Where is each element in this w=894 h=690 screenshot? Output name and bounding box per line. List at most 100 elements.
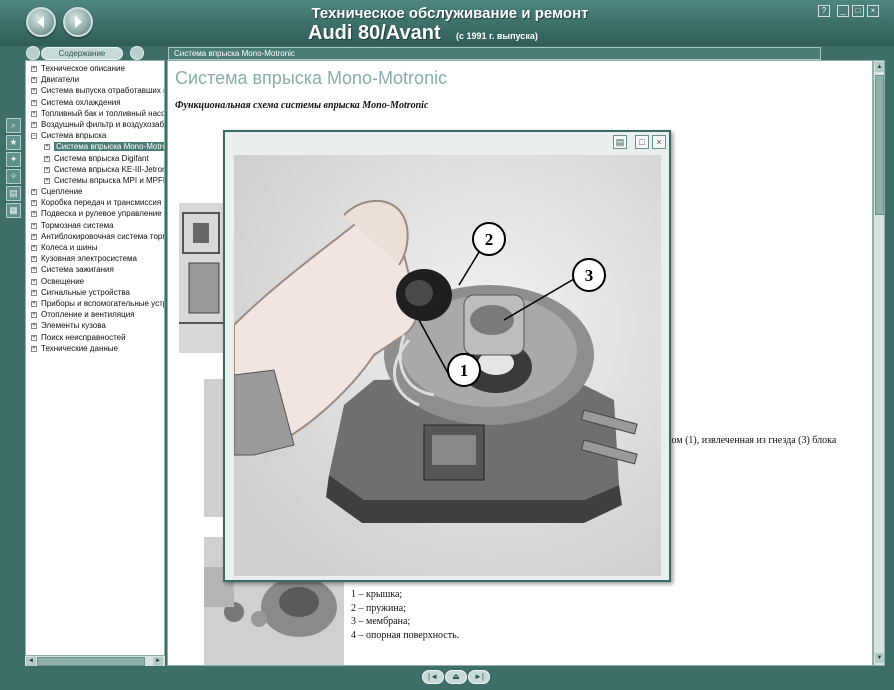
tree-item[interactable]: + Технические данные	[26, 343, 164, 354]
collapse-icon[interactable]: −	[31, 133, 37, 140]
tab-contents[interactable]: Содержание	[41, 47, 123, 60]
tree-item[interactable]: + Техническое описание	[26, 63, 164, 74]
expand-icon[interactable]: +	[44, 155, 50, 162]
expand-icon[interactable]: +	[31, 312, 37, 319]
content-vertical-scrollbar[interactable]: ▲ ▼	[873, 60, 885, 666]
tree-item-label: Система охлаждения	[41, 97, 121, 107]
expand-icon[interactable]: +	[44, 166, 50, 173]
print-icon[interactable]: ▤	[613, 135, 627, 149]
body-text-line: о.	[662, 447, 836, 459]
tree-item[interactable]: + Освещение	[26, 276, 164, 287]
print-icon[interactable]: ▦	[6, 203, 21, 218]
tree-item[interactable]: + Сигнальные устройства	[26, 287, 164, 298]
tree-horizontal-scrollbar[interactable]: ◄ ►	[25, 655, 165, 666]
tree-item[interactable]: + Воздушный фильтр и воздухозаборник	[26, 119, 164, 130]
expand-icon[interactable]: +	[31, 267, 37, 274]
body-text-fragment: ером (1), извлеченная из гнезда (3) блок…	[662, 435, 836, 459]
tree-item[interactable]: + Сцепление	[26, 186, 164, 197]
tree-item[interactable]: + Элементы кузова	[26, 320, 164, 331]
expand-icon[interactable]: +	[31, 278, 37, 285]
tree-item[interactable]: + Поиск неисправностей	[26, 332, 164, 343]
tree-item[interactable]: + Двигатели	[26, 74, 164, 85]
tree-item[interactable]: + Коробка передач и трансмиссия	[26, 197, 164, 208]
search-icon[interactable]: ⌕	[6, 118, 21, 133]
tree-item[interactable]: + Топливный бак и топливный насос	[26, 108, 164, 119]
add-bookmark-icon[interactable]: ✦	[6, 152, 21, 167]
expand-icon[interactable]: +	[31, 256, 37, 263]
tree-item[interactable]: + Кузовная электросистема	[26, 253, 164, 264]
back-button[interactable]	[26, 7, 56, 37]
forward-button[interactable]	[63, 7, 93, 37]
expand-icon[interactable]: +	[31, 110, 37, 117]
expand-icon[interactable]: +	[31, 88, 37, 95]
tree-item-label: Система впрыска KE-III-Jetronic	[54, 164, 165, 174]
home-button[interactable]: ⏏	[445, 670, 467, 684]
expand-icon[interactable]: +	[44, 144, 50, 151]
tree-item[interactable]: + Система охлаждения	[26, 97, 164, 108]
tree-item-label: Тормозная система	[41, 220, 114, 230]
tree-item[interactable]: + Система зажигания	[26, 264, 164, 275]
tree-item[interactable]: + Отопление и вентиляция	[26, 309, 164, 320]
expand-icon[interactable]: +	[31, 189, 37, 196]
tree-item[interactable]: + Подвеска и рулевое управление	[26, 208, 164, 219]
expand-icon[interactable]: +	[31, 211, 37, 218]
tree-item[interactable]: + Колеса и шины	[26, 242, 164, 253]
tree-item-label: Технические данные	[41, 343, 119, 353]
callout-2-label: 2	[485, 230, 494, 249]
expand-icon[interactable]: +	[31, 245, 37, 251]
scroll-left-arrow-icon[interactable]: ◄	[26, 657, 36, 666]
sync-icon[interactable]	[130, 46, 144, 60]
scheme-diagram-image[interactable]	[179, 203, 225, 353]
expand-icon[interactable]: +	[31, 200, 37, 207]
tree-item-label: Система зажигания	[41, 265, 114, 275]
tree-item-label: Освещение	[41, 276, 85, 286]
tree-item-label: Техническое описание	[41, 64, 125, 73]
maximize-icon[interactable]: □	[635, 135, 649, 149]
scroll-right-arrow-icon[interactable]: ►	[153, 657, 163, 666]
expand-icon[interactable]: +	[31, 300, 37, 307]
tree-item-label: Система впрыска Mono-Motronic	[54, 142, 164, 152]
expand-icon[interactable]: +	[31, 66, 37, 72]
expand-icon[interactable]: +	[31, 323, 37, 330]
book-icon[interactable]: ▤	[6, 186, 21, 201]
tree-item[interactable]: + Система впрыска KE-III-Jetronic	[26, 164, 164, 175]
expand-icon[interactable]: +	[31, 345, 37, 352]
image-viewer-window: ▤ □ × 2 3 1	[223, 130, 671, 582]
scroll-thumb[interactable]	[37, 657, 145, 666]
minimize-button[interactable]: _	[837, 5, 849, 17]
tree-item[interactable]: + Система впрыска Mono-Motronic	[26, 141, 164, 152]
image-viewer-titlebar[interactable]: ▤ □ ×	[225, 132, 669, 152]
scroll-down-arrow-icon[interactable]: ▼	[875, 653, 884, 663]
tree-item[interactable]: − Система впрыска	[26, 130, 164, 141]
close-button[interactable]: ×	[867, 5, 879, 17]
prev-page-button[interactable]: |◄	[422, 670, 444, 684]
scroll-up-arrow-icon[interactable]: ▲	[875, 62, 884, 72]
tree-item-label: Воздушный фильтр и воздухозаборник	[41, 119, 165, 129]
scroll-thumb[interactable]	[875, 75, 884, 215]
next-page-button[interactable]: ►|	[468, 670, 490, 684]
expand-icon[interactable]: +	[31, 289, 37, 296]
app-title: Техническое обслуживание и ремонт	[311, 5, 589, 22]
remove-bookmark-icon[interactable]: ✧	[6, 169, 21, 184]
expand-icon[interactable]: +	[31, 99, 37, 106]
expand-icon[interactable]: +	[31, 77, 37, 84]
expand-icon[interactable]: +	[31, 233, 37, 240]
tree-item[interactable]: + Приборы и вспомогательные устройства	[26, 298, 164, 309]
expand-icon[interactable]: +	[44, 177, 50, 184]
help-button[interactable]: ?	[818, 5, 830, 17]
tree-item[interactable]: + Системы впрыска MPI и MPFI	[26, 175, 164, 186]
close-icon[interactable]: ×	[652, 135, 666, 149]
pin-icon[interactable]	[26, 46, 40, 60]
tree-item[interactable]: + Антиблокировочная система тормозов	[26, 231, 164, 242]
bookmark-star-icon[interactable]: ★	[6, 135, 21, 150]
expand-icon[interactable]: +	[31, 121, 37, 128]
tree-item[interactable]: + Система выпуска отработавших газов	[26, 85, 164, 96]
tree-item-label: Сцепление	[41, 187, 83, 197]
expand-icon[interactable]: +	[31, 334, 37, 341]
maximize-button[interactable]: □	[852, 5, 864, 17]
tree-item[interactable]: + Тормозная система	[26, 220, 164, 231]
expand-icon[interactable]: +	[31, 222, 37, 229]
tree-item[interactable]: + Система впрыска Digifant	[26, 153, 164, 164]
tree-item-label: Система выпуска отработавших газов	[41, 86, 164, 96]
tree-item-label: Подвеска и рулевое управление	[41, 209, 162, 219]
